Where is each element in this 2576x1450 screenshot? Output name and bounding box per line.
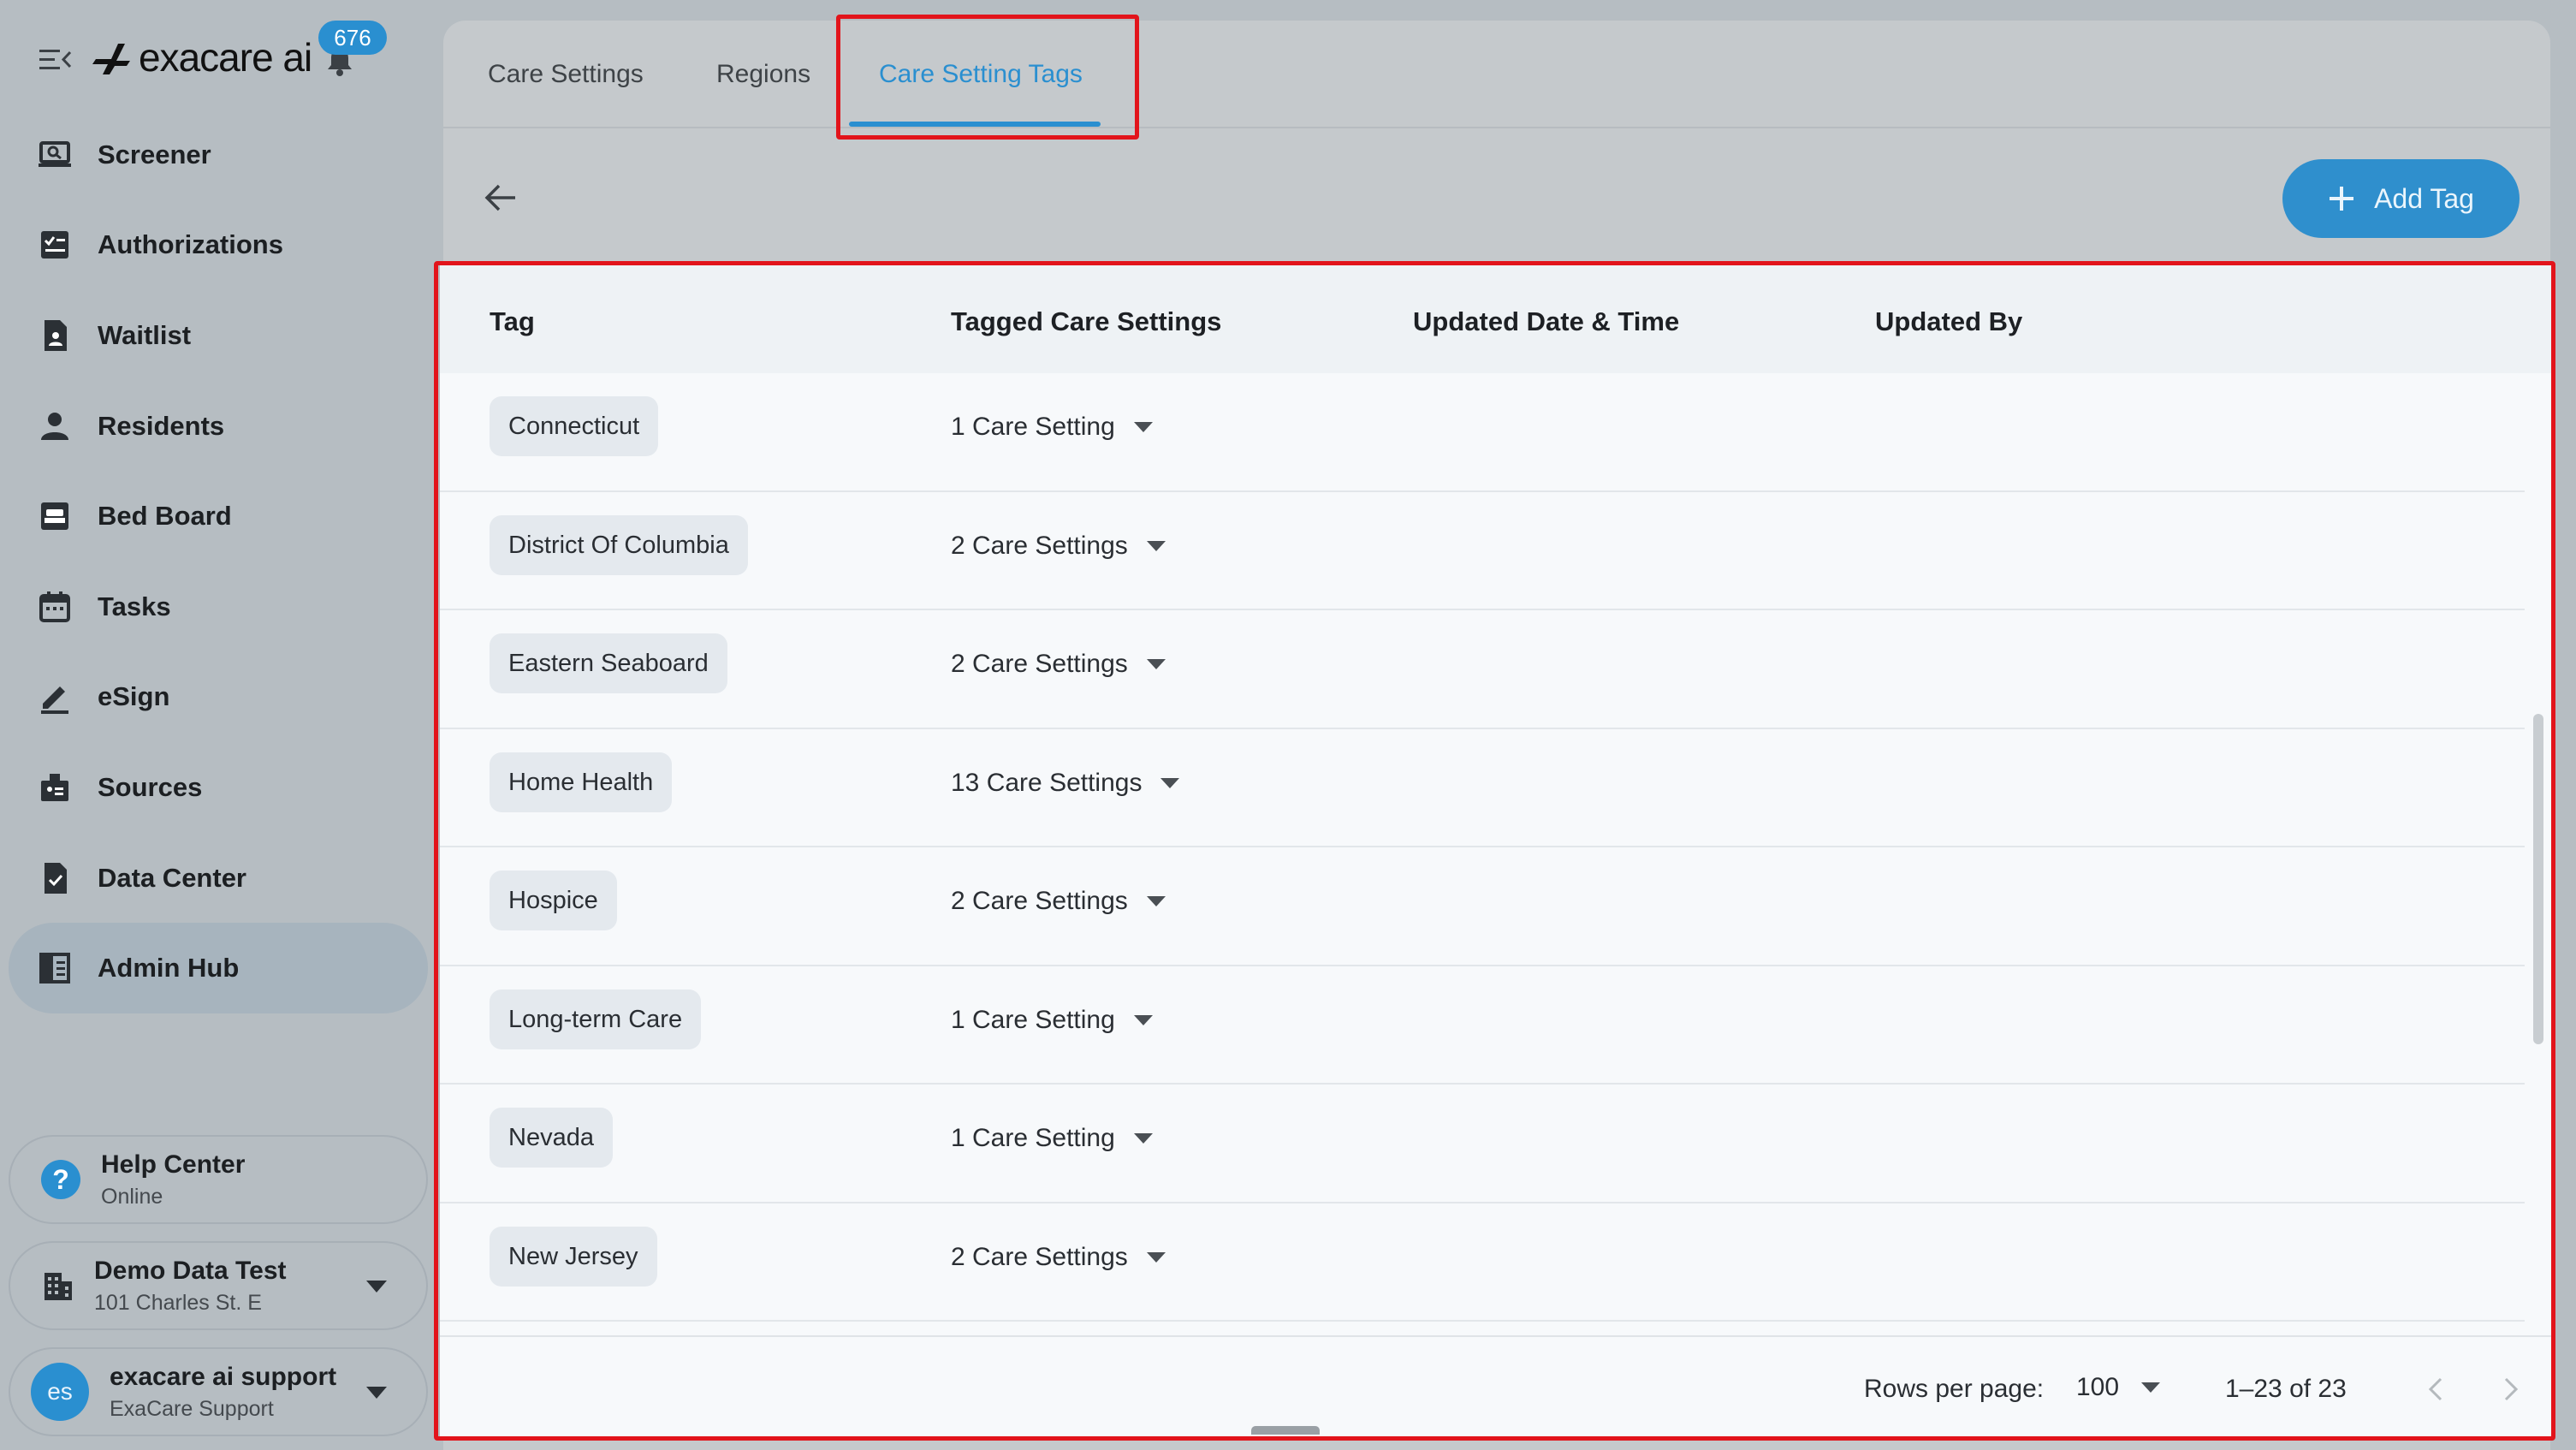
collapse-menu-icon[interactable]	[38, 45, 74, 75]
data-center-icon	[45, 862, 67, 894]
facility-selector[interactable]: Demo Data Test 101 Charles St. E	[9, 1241, 428, 1330]
add-tag-button[interactable]: Add Tag	[2282, 159, 2520, 238]
highlight-box-tabs	[836, 15, 1139, 140]
sidebar-item-label: Residents	[98, 410, 225, 441]
help-center-title: Help Center	[101, 1150, 246, 1179]
user-name: exacare ai support	[110, 1362, 337, 1391]
sidebar-item-bed-board[interactable]: Bed Board	[9, 471, 428, 562]
screener-icon	[39, 140, 71, 167]
brand-logo[interactable]: exacare ai	[92, 34, 312, 80]
authorizations-icon	[41, 231, 68, 259]
sidebar-item-label: Tasks	[98, 591, 171, 621]
sidebar: exacare ai 676 Screener Authorizations W…	[0, 0, 436, 1450]
sidebar-item-admin-hub[interactable]: Admin Hub	[9, 923, 428, 1013]
sidebar-item-label: Bed Board	[98, 501, 232, 532]
sidebar-item-tasks[interactable]: Tasks	[9, 562, 428, 652]
building-icon	[45, 1273, 72, 1300]
tab-bar: Care Settings Regions Care Setting Tags	[443, 21, 2550, 128]
notification-badge[interactable]: 676	[318, 21, 387, 55]
pen-icon	[41, 686, 68, 715]
sidebar-item-screener[interactable]: Screener	[9, 110, 428, 200]
sidebar-item-residents[interactable]: Residents	[9, 381, 428, 472]
sidebar-item-esign[interactable]: eSign	[9, 652, 428, 743]
user-org: ExaCare Support	[110, 1396, 274, 1421]
sidebar-nav: Screener Authorizations Waitlist Residen…	[9, 110, 428, 1013]
help-icon: ?	[41, 1160, 80, 1199]
user-account-menu[interactable]: es exacare ai support ExaCare Support	[9, 1347, 428, 1436]
add-tag-label: Add Tag	[2374, 182, 2474, 214]
sidebar-item-authorizations[interactable]: Authorizations	[9, 200, 428, 291]
help-center-card[interactable]: ? Help Center Online	[9, 1135, 428, 1224]
chevron-down-icon[interactable]	[366, 1387, 387, 1399]
brand-name: exacare ai	[139, 35, 312, 80]
chevron-down-icon[interactable]	[366, 1281, 387, 1293]
sidebar-item-label: Screener	[98, 139, 211, 169]
avatar: es	[31, 1363, 89, 1421]
sidebar-item-label: Waitlist	[98, 319, 192, 350]
sidebar-item-label: eSign	[98, 681, 170, 712]
sources-icon	[41, 773, 68, 801]
help-center-status: Online	[101, 1184, 163, 1209]
facility-address: 101 Charles St. E	[94, 1290, 262, 1315]
drag-handle[interactable]	[1251, 1426, 1320, 1435]
sidebar-item-sources[interactable]: Sources	[9, 742, 428, 833]
facility-name: Demo Data Test	[94, 1256, 287, 1285]
sidebar-item-label: Admin Hub	[98, 953, 240, 984]
logo-mark-icon	[92, 44, 130, 74]
back-arrow-icon[interactable]	[484, 183, 517, 212]
sidebar-item-label: Sources	[98, 771, 203, 802]
sidebar-item-data-center[interactable]: Data Center	[9, 833, 428, 924]
admin-hub-icon	[39, 953, 70, 984]
plus-icon	[2330, 187, 2354, 211]
sidebar-item-label: Authorizations	[98, 229, 283, 260]
bed-board-icon	[41, 502, 68, 531]
residents-icon	[41, 412, 68, 440]
highlight-box-table	[434, 261, 2555, 1441]
waitlist-icon	[45, 319, 67, 351]
sidebar-item-waitlist[interactable]: Waitlist	[9, 290, 428, 381]
calendar-icon	[39, 591, 70, 622]
tab-care-settings[interactable]: Care Settings	[488, 60, 644, 89]
tab-regions[interactable]: Regions	[716, 60, 810, 89]
sidebar-item-label: Data Center	[98, 862, 246, 893]
